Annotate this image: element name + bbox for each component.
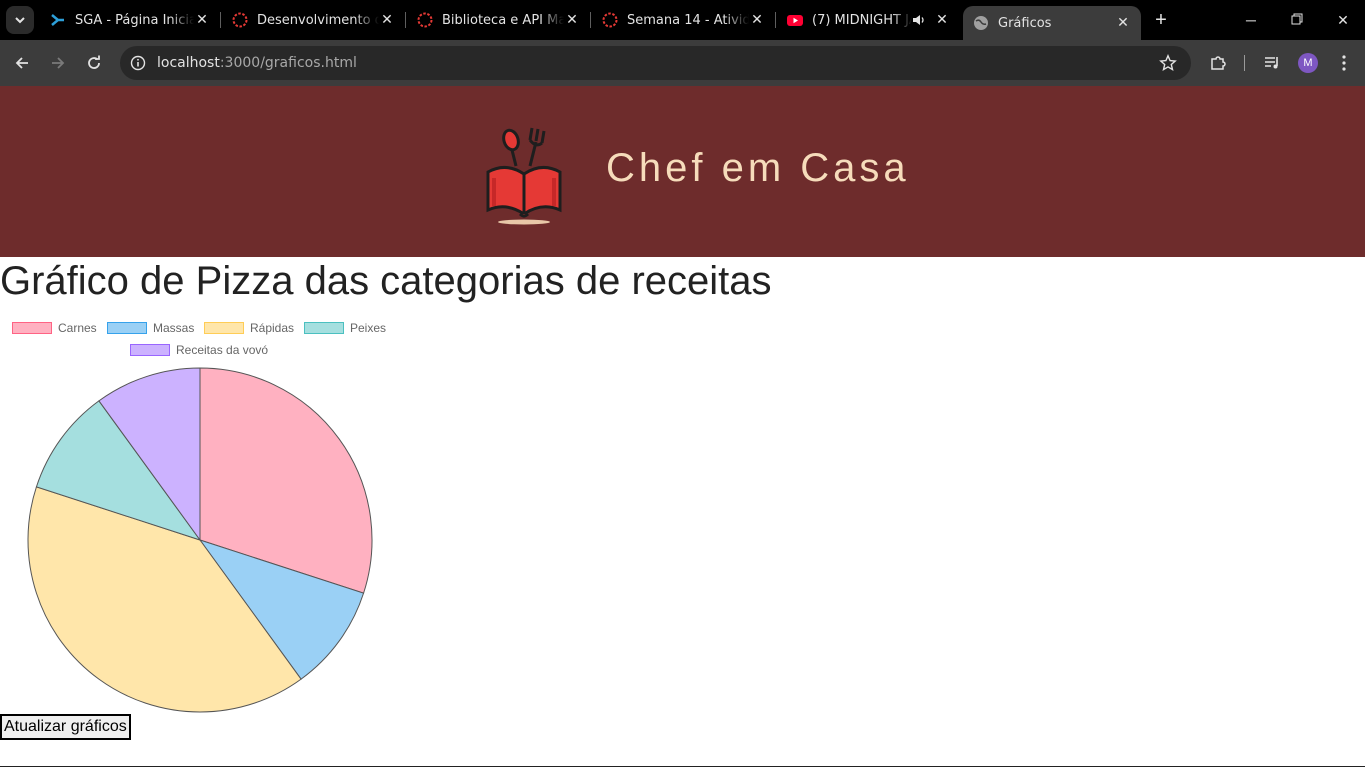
star-icon[interactable] <box>1159 54 1177 72</box>
pie-chart[interactable] <box>0 356 400 716</box>
tab-title: SGA - Página Inicial <box>75 12 194 28</box>
chevron-down-icon <box>15 17 25 24</box>
puzzle-icon <box>1211 56 1226 70</box>
new-tab-button[interactable]: + <box>1150 9 1172 31</box>
legend-swatch <box>130 344 170 356</box>
tab-title: Gráficos <box>998 15 1052 31</box>
puc-icon <box>602 12 618 28</box>
youtube-icon <box>787 15 803 26</box>
legend-swatch <box>204 322 244 334</box>
close-tab-icon[interactable]: ✕ <box>379 12 395 28</box>
tab-search-button[interactable] <box>6 6 34 34</box>
browser-tab[interactable]: Biblioteca e API MapB ✕ <box>407 4 591 36</box>
toolbar-separator <box>1244 55 1245 71</box>
tab-separator <box>775 12 776 28</box>
extensions-button[interactable] <box>1207 52 1229 74</box>
tab-title: (7) MIDNIGHT JAZ <box>812 12 912 28</box>
legend-item[interactable]: Massas <box>107 321 194 335</box>
web-page: Chef em Casa Gráfico de Pizza das catego… <box>0 86 1365 767</box>
browser-tab[interactable]: (7) MIDNIGHT JAZ ✕ <box>777 4 960 36</box>
browser-tab[interactable]: SGA - Página Inicial ✕ <box>40 4 221 36</box>
legend-swatch <box>12 322 52 334</box>
url-text[interactable]: localhost:3000/graficos.html <box>157 55 357 71</box>
page-heading: Gráfico de Pizza das categorias de recei… <box>0 259 772 303</box>
reload-icon <box>88 55 100 69</box>
legend-label: Peixes <box>350 321 387 335</box>
legend-swatch <box>304 322 344 334</box>
close-tab-icon[interactable]: ✕ <box>1115 15 1131 31</box>
browser-tab-bar: SGA - Página Inicial ✕ Desenvolvimento d… <box>0 0 1365 40</box>
browser-tab[interactable]: Desenvolvimento de I ✕ <box>222 4 406 36</box>
profile-avatar[interactable]: M <box>1298 53 1318 73</box>
tab-separator <box>220 12 221 28</box>
browser-toolbar: localhost:3000/graficos.html <box>0 40 1365 86</box>
legend-swatch <box>107 322 147 334</box>
close-window-button[interactable]: ✕ <box>1331 8 1355 32</box>
recipe-book-logo <box>486 127 562 225</box>
close-tab-icon[interactable]: ✕ <box>194 12 210 28</box>
tab-title: Semana 14 - Atividad <box>627 12 749 28</box>
site-info-icon[interactable] <box>130 55 146 71</box>
legend-label: Rápidas <box>250 321 295 335</box>
close-tab-icon[interactable]: ✕ <box>749 12 765 28</box>
url-path: :3000/graficos.html <box>219 55 357 71</box>
legend-item[interactable]: Receitas da vovó <box>130 343 268 357</box>
back-button[interactable] <box>9 50 35 76</box>
refresh-charts-button[interactable]: Atualizar gráficos <box>0 714 131 740</box>
tab-separator <box>590 12 591 28</box>
reload-button[interactable] <box>81 50 107 76</box>
site-header: Chef em Casa <box>0 86 1365 257</box>
menu-button[interactable] <box>1333 52 1355 74</box>
legend-item[interactable]: Carnes <box>12 321 97 335</box>
tab-title: Biblioteca e API MapB <box>442 12 564 28</box>
tab-separator <box>405 12 406 28</box>
more-vertical-icon <box>1342 55 1346 71</box>
site-title: Chef em Casa <box>606 146 910 190</box>
globe-icon <box>974 16 988 30</box>
restore-icon <box>1291 13 1303 25</box>
legend-label: Carnes <box>58 321 97 335</box>
tab-title: Desenvolvimento de I <box>257 12 379 28</box>
legend-item[interactable]: Peixes <box>304 321 386 335</box>
legend-item[interactable]: Rápidas <box>204 321 294 335</box>
media-control-button[interactable] <box>1261 52 1283 74</box>
close-tab-icon[interactable]: ✕ <box>934 12 950 28</box>
address-bar[interactable]: localhost:3000/graficos.html <box>120 46 1191 80</box>
playlist-icon <box>1265 57 1278 69</box>
url-host: localhost <box>157 55 220 71</box>
browser-tab[interactable]: Semana 14 - Atividad ✕ <box>592 4 776 36</box>
legend-label: Receitas da vovó <box>176 343 269 357</box>
arrow-right-icon <box>52 57 65 69</box>
close-tab-icon[interactable]: ✕ <box>564 12 580 28</box>
puc-icon <box>232 12 248 28</box>
minimize-button[interactable]: ─ <box>1239 8 1263 32</box>
puc-icon <box>417 12 433 28</box>
forward-button[interactable] <box>45 50 71 76</box>
sga-icon <box>51 14 64 26</box>
legend-label: Massas <box>153 321 195 335</box>
arrow-left-icon <box>15 57 28 69</box>
restore-button[interactable] <box>1285 8 1309 32</box>
browser-tab-active[interactable]: Gráficos ✕ <box>963 6 1141 40</box>
speaker-icon[interactable] <box>912 13 926 27</box>
